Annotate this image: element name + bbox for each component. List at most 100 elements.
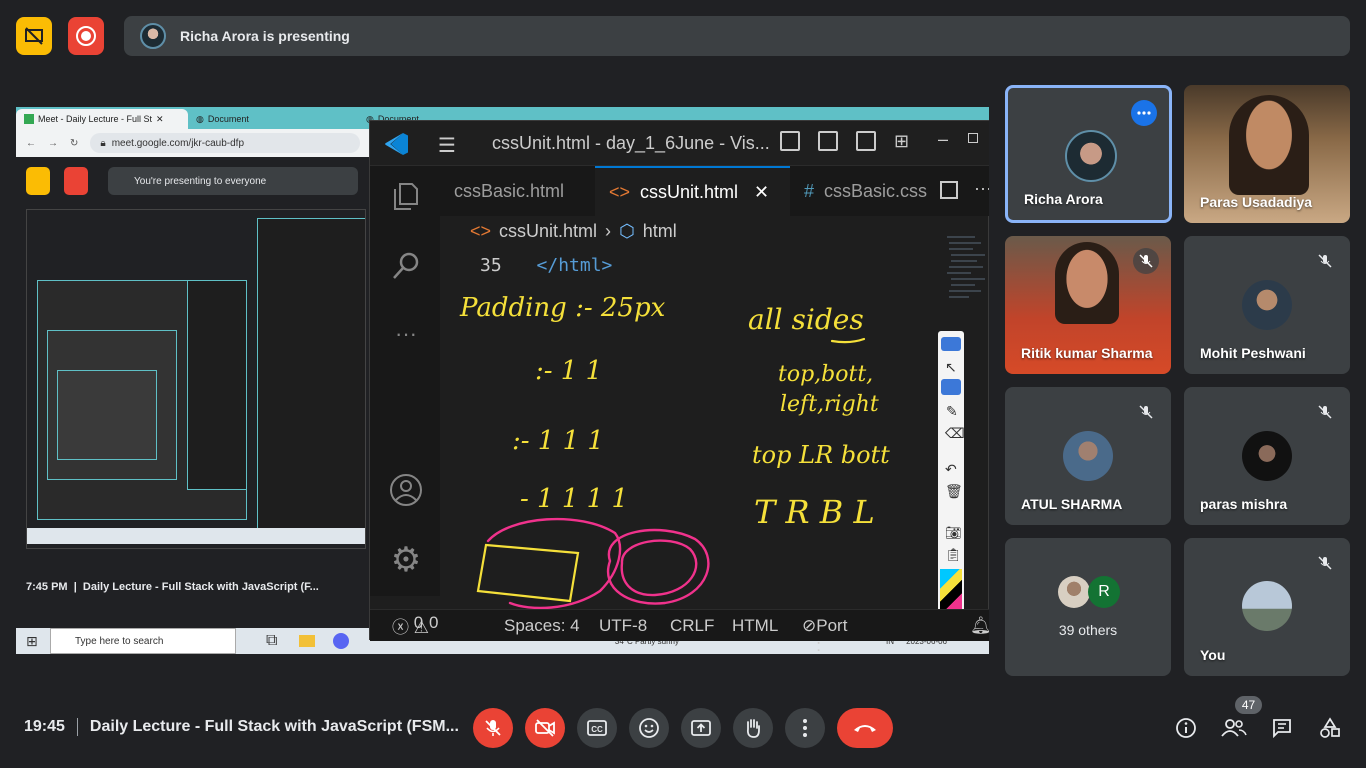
minimize-icon[interactable]: – [938,129,948,150]
participant-tile[interactable]: Ritik kumar Sharma [1005,236,1171,374]
errors-status[interactable]: ⓧ 0 ⚠ 0 [392,613,438,638]
notifications-bell-icon[interactable]: 🔔︎ [970,616,989,636]
url-field[interactable]: 🔒︎ meet.google.com/jkr-caub-dfp [90,133,361,153]
encoding-status[interactable]: UTF-8 [599,616,647,636]
taskbar-search[interactable]: Type here to search [50,628,236,654]
inner-meet-footer: 7:45 PM | Daily Lecture - Full Stack wit… [26,581,319,593]
undo-icon[interactable]: ↶ [945,461,957,478]
mic-off-icon [1133,248,1159,274]
mic-toggle-button[interactable] [473,708,513,748]
tab-label: cssUnit.html [640,181,739,202]
browser-tab-label: Document [207,114,249,124]
close-icon[interactable]: ✕ [156,114,164,125]
handwriting-right5: T R B L [754,493,875,531]
participant-name: paras mishra [1200,496,1288,512]
meeting-info: 19:45 Daily Lecture - Full Stack with Ja… [24,718,459,736]
more-icon[interactable]: ··· [388,316,424,352]
eye-icon[interactable] [941,337,961,351]
handwriting-right2: top,bott, [778,362,873,387]
participant-avatar [1063,431,1113,481]
participant-tile-you[interactable]: You [1184,538,1350,676]
reactions-button[interactable] [629,708,669,748]
tab-cssunit-html[interactable]: <> cssUnit.html ✕ [595,166,790,216]
participant-name: Paras Usadadiya [1200,194,1313,210]
participant-tile[interactable]: paras mishra [1184,387,1350,525]
html-file-icon: <> [609,181,631,202]
padding-box-stroke [476,543,580,603]
toggle-sidebar-icon[interactable] [780,131,800,151]
stop-presenting-button[interactable] [16,17,52,55]
browser-tab-meet[interactable]: Meet - Daily Lecture - Full St ✕ [16,109,188,129]
clock-time: 19:45 [24,718,65,735]
eol-status[interactable]: CRLF [670,616,714,636]
participant-tile[interactable]: Paras Usadadiya [1184,85,1350,223]
tab-cssbasic-html[interactable]: cssBasic.html [440,166,595,216]
recording-button[interactable] [68,17,104,55]
url-text: meet.google.com/jkr-caub-dfp [111,137,245,149]
customize-layout-icon[interactable]: ⊞ [894,131,909,152]
more-options-icon[interactable] [1131,100,1157,126]
error-count: 0 [413,613,424,632]
toggle-panel-icon[interactable] [818,131,838,151]
settings-gear-icon[interactable]: ⚙ [388,541,424,579]
search-icon[interactable] [388,248,424,284]
color-swatch[interactable] [940,569,962,613]
taskbar-search-placeholder: Type here to search [75,635,164,647]
explorer-icon[interactable] [388,178,424,214]
taskbar-task-view-icon[interactable]: ⧉ [266,632,277,650]
account-icon[interactable] [388,472,424,508]
split-editor-icon[interactable] [940,181,958,199]
toggle-secondary-icon[interactable] [856,131,876,151]
highlighter-icon[interactable] [941,379,961,395]
inner-stop-button [26,167,50,195]
reload-icon[interactable]: ↻ [70,138,78,149]
cursor-icon[interactable]: ↖ [945,359,957,376]
live-server-status[interactable]: ⊘ Port : 5500 [802,616,847,655]
taskbar-discord-icon[interactable] [333,633,350,649]
more-options-button[interactable] [785,708,825,748]
participant-name: ATUL SHARMA [1021,496,1123,512]
back-arrow-icon[interactable]: ← [26,138,36,149]
participant-tile[interactable]: Mohit Peshwani [1184,236,1350,374]
inner-record-button [64,167,88,195]
leave-call-button[interactable] [837,708,893,748]
maximize-icon[interactable] [968,133,978,143]
more-vertical-icon [803,719,807,737]
taskbar-explorer-icon[interactable] [299,635,316,647]
trash-icon[interactable]: 🗑︎ [945,483,963,500]
forward-arrow-icon[interactable]: → [48,138,58,149]
camera-toggle-button[interactable] [525,708,565,748]
breadcrumb-symbol[interactable]: html [643,221,677,242]
participant-tile[interactable]: Richa Arora [1005,85,1172,223]
spaces-status[interactable]: Spaces: 4 [504,616,580,636]
present-button[interactable] [681,708,721,748]
recursive-screen [26,209,366,549]
camera-icon[interactable]: 📷︎ [945,525,962,541]
breadcrumb-file[interactable]: cssUnit.html [499,221,597,242]
clipboard-icon[interactable]: 📋︎ [945,547,962,563]
participant-tile-others[interactable]: R 39 others [1005,538,1171,676]
tab-cssbasic-css[interactable]: # cssBasic.css [790,166,930,216]
pen-icon[interactable]: ✎ [946,403,958,420]
menu-icon[interactable]: ☰ [438,133,456,158]
minimap[interactable] [945,233,989,333]
others-avatar-initial: R [1088,576,1120,608]
participant-video [1229,95,1309,195]
participant-tile[interactable]: ATUL SHARMA [1005,387,1171,525]
language-status[interactable]: HTML [732,616,778,636]
handwriting-canvas: Padding :- 25px :- 1 1 :- 1 1 1 - 1 1 1 … [459,293,890,610]
windows-start-icon[interactable]: ⊞ [26,633,38,650]
captions-button[interactable]: CC [577,708,617,748]
people-button[interactable] [1219,713,1249,743]
meeting-details-button[interactable] [1171,713,1201,743]
browser-tab-document[interactable]: ◍ Document [188,109,358,129]
raise-hand-button[interactable] [733,708,773,748]
mic-off-icon [1312,399,1338,425]
chat-button[interactable] [1267,713,1297,743]
eraser-icon[interactable]: ⌫ [945,425,965,442]
more-actions-icon[interactable]: ··· [974,178,989,199]
participant-video [1055,242,1119,324]
activities-button[interactable] [1315,713,1345,743]
close-icon[interactable]: ✕ [754,182,769,203]
participant-avatar [1242,581,1292,631]
